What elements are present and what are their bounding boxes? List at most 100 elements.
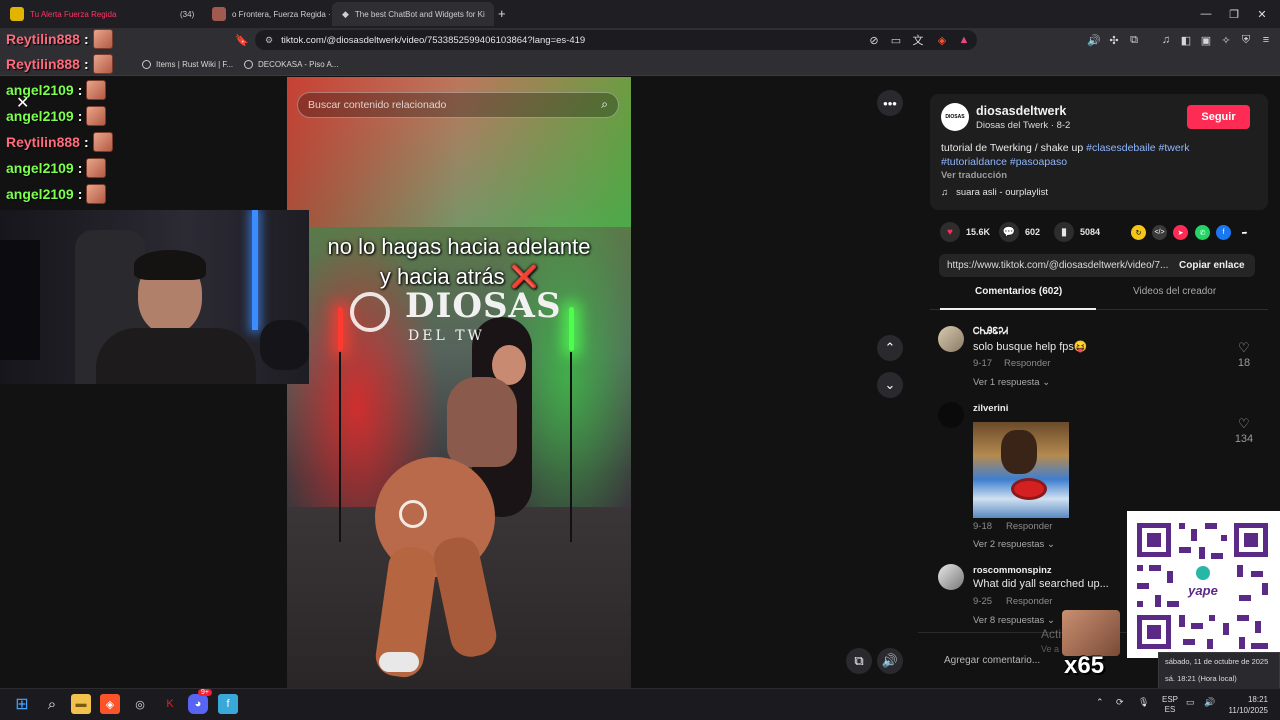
tab-label: (34)	[180, 9, 195, 19]
tooltip-date-short: sá. 18:21 (Hora local)	[1165, 674, 1237, 683]
browser-tab[interactable]: Tu Alerta Fuerza Regida	[0, 2, 198, 26]
comment-user[interactable]: ᏟᏂᎯᏋᎮᏗ	[973, 326, 1008, 337]
discord-icon[interactable]: ◕	[188, 694, 208, 714]
music-row[interactable]: ♫ suara asli - ourplaylist	[941, 187, 1048, 198]
tab-comments[interactable]: Comentarios (602)	[975, 286, 1062, 297]
file-explorer-icon[interactable]: ▬	[71, 694, 91, 714]
chat-user: Reytilin888	[6, 56, 80, 72]
comment-user[interactable]: roscommonspinz	[973, 565, 1052, 576]
kick-icon[interactable]: K	[160, 694, 180, 714]
network-icon[interactable]: ▭	[1186, 697, 1195, 708]
comment-image[interactable]	[973, 422, 1069, 518]
reply-button[interactable]: Responder	[1006, 521, 1052, 532]
comment-like-icon[interactable]: ♡	[1238, 416, 1250, 432]
embed-icon[interactable]: </>	[1152, 225, 1167, 240]
video-description: tutorial de Twerking / shake up #clasesd…	[941, 142, 1189, 154]
video-search-input[interactable]: Buscar contenido relacionado ⌕	[297, 92, 619, 118]
chat-sep: :	[77, 108, 83, 124]
follow-button[interactable]: Seguir	[1187, 105, 1250, 129]
qr-code: yape	[1127, 511, 1280, 658]
browser-tab-active[interactable]: ◆ The best ChatBot and Widgets for Ki	[332, 2, 494, 26]
copy-link-button[interactable]: Copiar enlace	[1179, 260, 1245, 271]
video-player[interactable]	[287, 77, 631, 688]
audio-icon[interactable]: 🔊	[1086, 32, 1102, 48]
comment-stat[interactable]: 💬 602	[999, 222, 1040, 242]
green-light	[569, 307, 574, 351]
cast-icon[interactable]: ▭	[888, 32, 904, 48]
tab-underline	[940, 308, 1096, 310]
facebook-icon[interactable]: f	[1216, 225, 1231, 240]
author-avatar[interactable]: DIOSAS	[941, 103, 969, 131]
avatar[interactable]	[938, 402, 964, 428]
reader-off-icon[interactable]: ⊘	[866, 32, 882, 48]
search-icon[interactable]: ⌕	[601, 97, 608, 112]
hashtag-link[interactable]: #clasesdebaile #twerk	[1086, 142, 1189, 154]
wallet-icon[interactable]: ▣	[1198, 32, 1214, 48]
close-window-icon[interactable]: ✕	[1242, 0, 1280, 28]
microphone-icon[interactable]: 🎙	[1138, 697, 1149, 708]
pip-icon[interactable]: ⧉	[846, 648, 872, 674]
new-tab-button[interactable]: +	[498, 6, 506, 21]
vpn-icon[interactable]: ⛨	[1238, 32, 1254, 48]
chevron-up-icon[interactable]: ⌃	[877, 335, 903, 361]
volume-icon[interactable]: 🔊	[1204, 697, 1215, 708]
menu-icon[interactable]: ≡	[1258, 32, 1274, 48]
leo-icon[interactable]: ✧	[1218, 32, 1234, 48]
more-options-icon[interactable]: •••	[877, 90, 903, 116]
emote-icon	[92, 132, 113, 152]
crown-icon	[10, 7, 24, 21]
chevron-down-icon[interactable]: ⌄	[877, 372, 903, 398]
author-username[interactable]: diosasdeltwerk	[976, 104, 1066, 118]
music-icon[interactable]: ♫	[1158, 32, 1174, 48]
like-stat[interactable]: ♥ 15.6K	[940, 222, 990, 242]
browser-tab[interactable]: o Frontera, Fuerza Regida ·	[202, 2, 332, 26]
music-title: suara asli - ourplaylist	[956, 187, 1048, 198]
view-replies[interactable]: Ver 8 respuestas ⌄	[973, 615, 1055, 626]
system-clock[interactable]: 18:21 11/10/2025	[1226, 694, 1268, 716]
avatar[interactable]	[938, 564, 964, 590]
tab-label: The best ChatBot and Widgets for Ki	[354, 9, 485, 19]
light-stand	[339, 352, 341, 542]
video-link: https://www.tiktok.com/@diosasdeltwerk/v…	[947, 260, 1169, 271]
chat-message: angel2109:	[6, 183, 107, 205]
bookmark-save-icon: ▮	[1054, 222, 1074, 242]
bookmark-item[interactable]: Items | Rust Wiki | F...	[142, 57, 233, 71]
share-arrow-icon[interactable]: ➦	[1237, 225, 1252, 240]
view-replies[interactable]: Ver 2 respuestas ⌄	[973, 539, 1055, 550]
search-icon[interactable]: ⌕	[42, 694, 62, 714]
reply-button[interactable]: Responder	[1006, 596, 1052, 607]
repost-icon[interactable]: ↻	[1131, 225, 1146, 240]
bookmark-item[interactable]: DECOKASA - Piso A...	[244, 57, 338, 71]
comment-date: 9-18	[973, 521, 993, 532]
volume-icon[interactable]: 🔊	[877, 648, 903, 674]
app-icon[interactable]: f	[218, 694, 238, 714]
send-icon[interactable]: ➤	[1173, 225, 1188, 240]
spiral-logo-icon	[350, 292, 390, 332]
screenshot-icon[interactable]: ⧉	[1126, 32, 1142, 48]
comment-user[interactable]: zilverini	[973, 403, 1008, 414]
tray-chevron-icon[interactable]: ⌃	[1096, 697, 1104, 708]
brave-shield-icon[interactable]: ◈	[934, 32, 950, 48]
obs-icon[interactable]: ◎	[130, 694, 150, 714]
hashtag-link[interactable]: #tutorialdance #pasoapaso	[941, 156, 1067, 168]
extensions-icon[interactable]: ✣	[1106, 32, 1122, 48]
tab-creator-videos[interactable]: Videos del creador	[1133, 286, 1216, 297]
whatsapp-icon[interactable]: ✆	[1195, 225, 1210, 240]
language-indicator[interactable]: ESP ES	[1162, 695, 1178, 715]
tooltip-date-long: sábado, 11 de octubre de 2025	[1165, 657, 1269, 666]
rewards-icon[interactable]: ▲	[956, 32, 972, 48]
avatar[interactable]	[938, 326, 964, 352]
multiplier-text: x65	[1064, 652, 1105, 679]
brave-browser-icon[interactable]: ◈	[100, 694, 120, 714]
site-settings-icon[interactable]: ⚙	[265, 35, 273, 46]
comment-like-icon[interactable]: ♡	[1238, 340, 1250, 356]
view-replies[interactable]: Ver 1 respuesta ⌄	[973, 377, 1050, 388]
sidebar-icon[interactable]: ◧	[1178, 32, 1194, 48]
reply-button[interactable]: Responder	[1004, 358, 1050, 369]
save-stat[interactable]: ▮ 5084	[1054, 222, 1100, 242]
windows-start-icon[interactable]: ⊞	[12, 694, 32, 714]
sync-icon[interactable]: ⟳	[1116, 697, 1124, 708]
translate-link[interactable]: Ver traducción	[941, 170, 1007, 181]
bookmark-icon[interactable]: 🔖	[234, 32, 250, 48]
translate-icon[interactable]: 文	[910, 32, 926, 48]
